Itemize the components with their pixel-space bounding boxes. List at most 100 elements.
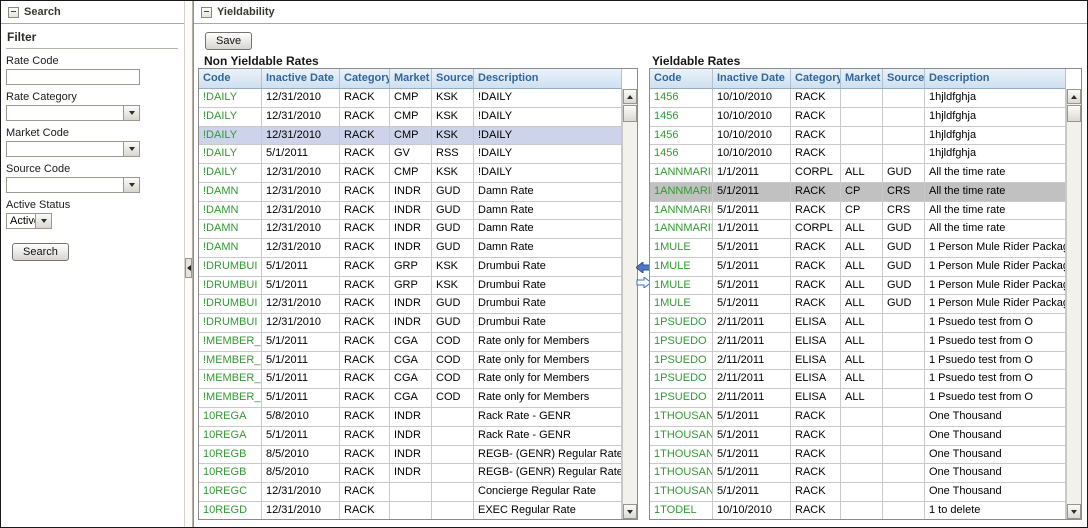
table-row[interactable]: 1THOUSAND5/1/2011RACKOne Thousand — [650, 483, 1066, 502]
column-header[interactable]: Description — [474, 69, 622, 88]
column-header[interactable]: Code — [650, 69, 713, 88]
table-row[interactable]: !MEMBER_RA...5/1/2011RACKCGACODRate only… — [199, 389, 622, 408]
collapse-panel-button[interactable] — [185, 258, 192, 278]
table-row[interactable]: !DAILY12/31/2010RACKCMPKSK!DAILY — [199, 108, 622, 127]
table-row[interactable]: !DAILY5/1/2011RACKGVRSS!DAILY — [199, 145, 622, 164]
table-row[interactable]: 10REGA5/8/2010RACKINDRRack Rate - GENR — [199, 408, 622, 427]
table-row[interactable]: 145610/10/2010RACK1hjldfghja — [650, 127, 1066, 146]
scroll-down-button[interactable] — [1067, 504, 1081, 519]
table-row[interactable]: 1ANNMARIE5/1/2011RACKCPCRSAll the time r… — [650, 202, 1066, 221]
table-row[interactable]: !DRUMBUI12/31/2010RACKINDRGUDDrumbui Rat… — [199, 295, 622, 314]
chevron-down-icon[interactable] — [123, 178, 139, 192]
column-header[interactable]: Inactive Date — [262, 69, 340, 88]
column-header[interactable]: Description — [925, 69, 1066, 88]
chevron-down-icon[interactable] — [35, 214, 51, 228]
scroll-up-button[interactable] — [623, 89, 637, 104]
yieldable-scrollbar[interactable] — [1066, 89, 1081, 519]
table-cell: Drumbui Rate — [474, 314, 622, 332]
table-row[interactable]: 1MULE5/1/2011RACKALLGUD1 Person Mule Rid… — [650, 258, 1066, 277]
collapse-section-icon[interactable] — [201, 7, 212, 18]
table-row[interactable]: !DAMN12/31/2010RACKINDRGUDDamn Rate — [199, 220, 622, 239]
table-row[interactable]: 10REGA5/1/2011RACKINDRRack Rate - GENR — [199, 427, 622, 446]
scroll-up-button[interactable] — [1067, 89, 1081, 104]
table-row[interactable]: 145610/10/2010RACK1hjldfghja — [650, 145, 1066, 164]
table-row[interactable]: 10REGB8/5/2010RACKINDRREGB- (GENR) Regul… — [199, 464, 622, 483]
table-row[interactable]: !MEMBER_RA...5/1/2011RACKCGACODRate only… — [199, 352, 622, 371]
table-row[interactable]: !DAMN12/31/2010RACKINDRGUDDamn Rate — [199, 202, 622, 221]
table-cell: One Thousand — [925, 408, 1066, 426]
market-code-select[interactable] — [6, 141, 140, 157]
table-row[interactable]: 10REGD12/31/2010RACKEXEC Regular Rate — [199, 502, 622, 519]
table-row[interactable]: !DAILY12/31/2010RACKCMPKSK!DAILY — [199, 127, 622, 146]
table-row[interactable]: 1THOUSAND5/1/2011RACKOne Thousand — [650, 464, 1066, 483]
rate-code-input[interactable] — [6, 69, 140, 85]
table-row[interactable]: !DAMN12/31/2010RACKINDRGUDDamn Rate — [199, 183, 622, 202]
active-status-select[interactable]: Active — [6, 213, 52, 229]
table-row[interactable]: 1ANNMARIE1/1/2011CORPLALLGUDAll the time… — [650, 164, 1066, 183]
rate-code-field: Rate Code — [6, 55, 178, 85]
scrollbar-thumb[interactable] — [1067, 105, 1081, 122]
table-row[interactable]: !DAILY12/31/2010RACKCMPKSK!DAILY — [199, 89, 622, 108]
table-row[interactable]: 10REGC12/31/2010RACKConcierge Regular Ra… — [199, 483, 622, 502]
table-row[interactable]: 1PSUEDO2/11/2011ELISAALL1 Psuedo test fr… — [650, 352, 1066, 371]
table-cell — [883, 89, 925, 107]
table-row[interactable]: !DRUMBUI5/1/2011RACKGRPKSKDrumbui Rate — [199, 277, 622, 296]
scrollbar-thumb[interactable] — [623, 105, 637, 122]
table-row[interactable]: 1ANNMARIE5/1/2011RACKCPCRSAll the time r… — [650, 183, 1066, 202]
table-row[interactable]: 1MULE5/1/2011RACKALLGUD1 Person Mule Rid… — [650, 239, 1066, 258]
table-row[interactable]: 1PSUEDO2/11/2011ELISAALL1 Psuedo test fr… — [650, 314, 1066, 333]
chevron-down-icon[interactable] — [123, 142, 139, 156]
table-row[interactable]: !DAMN12/31/2010RACKINDRGUDDamn Rate — [199, 239, 622, 258]
table-cell — [432, 483, 474, 501]
table-row[interactable]: 145610/10/2010RACK1hjldfghja — [650, 108, 1066, 127]
table-row[interactable]: 1THOUSAND5/1/2011RACKOne Thousand — [650, 408, 1066, 427]
table-row[interactable]: 1TODEL10/10/2010RACK1 to delete — [650, 502, 1066, 519]
column-header[interactable]: Source — [883, 69, 925, 88]
table-cell: RACK — [791, 408, 841, 426]
table-row[interactable]: !MEMBER_RA...5/1/2011RACKCGACODRate only… — [199, 370, 622, 389]
column-header[interactable]: Market — [841, 69, 883, 88]
table-row[interactable]: 145610/10/2010RACK1hjldfghja — [650, 89, 1066, 108]
table-row[interactable]: 1MULE5/1/2011RACKALLGUD1 Person Mule Rid… — [650, 295, 1066, 314]
table-row[interactable]: 1MULE5/1/2011RACKALLGUD1 Person Mule Rid… — [650, 277, 1066, 296]
column-header[interactable]: Code — [199, 69, 262, 88]
table-row[interactable]: !DRUMBUI5/1/2011RACKGRPKSKDrumbui Rate — [199, 258, 622, 277]
source-code-select[interactable] — [6, 177, 140, 193]
table-cell: 1hjldfghja — [925, 89, 1066, 107]
rate-category-select[interactable] — [6, 105, 140, 121]
column-header[interactable]: Source — [432, 69, 474, 88]
table-row[interactable]: !MEMBER_RA...5/1/2011RACKCGACODRate only… — [199, 333, 622, 352]
table-cell — [432, 502, 474, 519]
table-cell: 1 Psuedo test from O — [925, 370, 1066, 388]
save-button[interactable]: Save — [205, 32, 252, 50]
table-cell: 1PSUEDO — [650, 333, 713, 351]
table-row[interactable]: 1ANNMARIE1/1/2011CORPLALLGUDAll the time… — [650, 220, 1066, 239]
table-row[interactable]: 1PSUEDO2/11/2011ELISAALL1 Psuedo test fr… — [650, 389, 1066, 408]
table-row[interactable]: !DAILY12/31/2010RACKCMPKSK!DAILY — [199, 164, 622, 183]
table-cell: 1 Person Mule Rider Package — [925, 295, 1066, 313]
non-yieldable-scrollbar[interactable] — [622, 89, 637, 519]
table-row[interactable]: !DRUMBUI12/31/2010RACKINDRGUDDrumbui Rat… — [199, 314, 622, 333]
table-cell: 5/1/2011 — [713, 295, 791, 313]
table-cell — [883, 483, 925, 501]
panel-splitter[interactable] — [184, 1, 193, 527]
collapse-section-icon[interactable] — [8, 7, 19, 18]
column-header[interactable]: Category — [791, 69, 841, 88]
scroll-down-button[interactable] — [623, 504, 637, 519]
search-button[interactable]: Search — [12, 243, 69, 261]
table-row[interactable]: 1THOUSAND5/1/2011RACKOne Thousand — [650, 446, 1066, 465]
chevron-down-icon[interactable] — [123, 106, 139, 120]
table-row[interactable]: 1PSUEDO2/11/2011ELISAALL1 Psuedo test fr… — [650, 370, 1066, 389]
column-header[interactable]: Market — [390, 69, 432, 88]
table-cell — [883, 370, 925, 388]
table-row[interactable]: 10REGB8/5/2010RACKINDRREGB- (GENR) Regul… — [199, 446, 622, 465]
table-cell: 5/1/2011 — [262, 352, 340, 370]
table-cell — [883, 502, 925, 519]
column-header[interactable]: Inactive Date — [713, 69, 791, 88]
table-cell: KSK — [432, 127, 474, 145]
table-row[interactable]: 1PSUEDO2/11/2011ELISAALL1 Psuedo test fr… — [650, 333, 1066, 352]
column-header[interactable]: Category — [340, 69, 390, 88]
table-cell: 1 Person Mule Rider Package — [925, 277, 1066, 295]
table-cell: One Thousand — [925, 446, 1066, 464]
table-row[interactable]: 1THOUSAND5/1/2011RACKOne Thousand — [650, 427, 1066, 446]
